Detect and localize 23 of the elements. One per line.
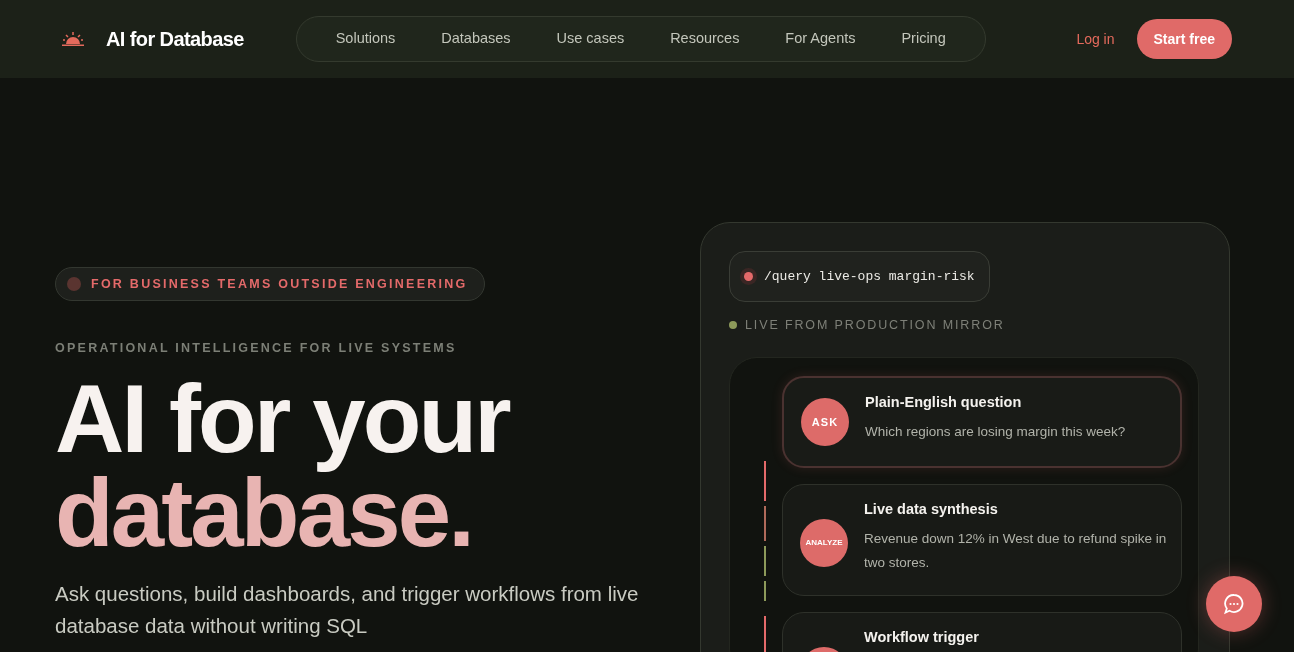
- nav-link[interactable]: Use cases: [556, 28, 625, 50]
- step-text: Which regions are losing margin this week?: [865, 422, 1127, 441]
- nav-link[interactable]: Resources: [670, 28, 740, 50]
- nav-link[interactable]: Pricing: [901, 28, 946, 50]
- eyebrow-text: OPERATIONAL INTELLIGENCE FOR LIVE SYSTEMS: [55, 340, 458, 357]
- hero-description: Ask questions, build dashboards, and trigger workflows from live database data without writing SQL: [55, 580, 640, 639]
- nav-link[interactable]: For Agents: [785, 28, 856, 50]
- status-text: LIVE FROM PRODUCTION MIRROR: [745, 317, 1005, 334]
- step-title: Live data synthesis: [864, 499, 999, 519]
- step-badge: ASK: [801, 397, 849, 446]
- login-link[interactable]: Log in: [1076, 28, 1115, 50]
- step-text: Revenue down 12% in West due to refund spike in two stores.: [864, 529, 1168, 572]
- step-title: Workflow trigger: [864, 627, 979, 647]
- step-badge: ANALYZE: [800, 518, 848, 567]
- step-title: Plain-English question: [865, 392, 1023, 412]
- command-text: /query live-ops margin-risk: [764, 267, 975, 286]
- badge-text: FOR BUSINESS TEAMS OUTSIDE ENGINEERING: [91, 275, 468, 293]
- chat-button[interactable]: [1206, 576, 1262, 632]
- sun-logo-icon: [62, 32, 84, 46]
- nav-link[interactable]: Databases: [441, 28, 511, 50]
- chat-icon: [1223, 593, 1245, 615]
- brand-name: AI for Database: [106, 27, 244, 52]
- nav-link[interactable]: Solutions: [335, 28, 396, 50]
